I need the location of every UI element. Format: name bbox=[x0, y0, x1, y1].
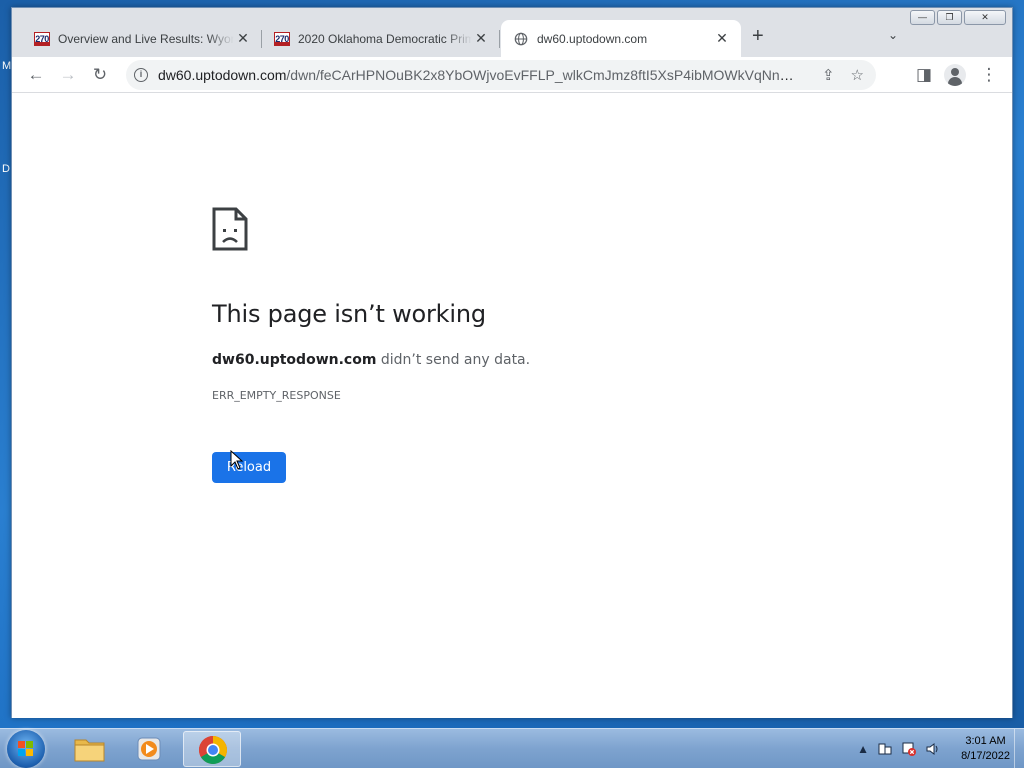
tab-title: Overview and Live Results: Wyoming bbox=[58, 31, 234, 46]
window-controls: — ❐ ✕ bbox=[910, 10, 1006, 25]
address-bar[interactable]: i dw60.uptodown.com/dwn/feCArHPNOuBK2x8Y… bbox=[126, 60, 876, 90]
tab-close-icon[interactable]: ✕ bbox=[472, 30, 490, 47]
url-text[interactable]: dw60.uptodown.com/dwn/feCArHPNOuBK2x8YbO… bbox=[158, 67, 802, 83]
error-message: didn’t send any data. bbox=[376, 352, 531, 368]
browser-window: 270 Overview and Live Results: Wyoming ✕… bbox=[11, 7, 1013, 718]
network-error-icon[interactable] bbox=[901, 741, 917, 757]
tab-wyoming-results[interactable]: 270 Overview and Live Results: Wyoming ✕ bbox=[22, 20, 262, 57]
taskbar-file-explorer[interactable] bbox=[60, 731, 118, 767]
tab-close-icon[interactable]: ✕ bbox=[234, 30, 252, 47]
taskbar-media-player[interactable] bbox=[120, 731, 178, 767]
back-arrow-icon[interactable]: ← bbox=[24, 63, 48, 87]
page-content: This page isn’t working dw60.uptodown.co… bbox=[12, 94, 1012, 718]
270towin-favicon-icon: 270 bbox=[274, 31, 290, 46]
sad-page-icon bbox=[212, 207, 248, 251]
desktop-label-fragment: D bbox=[2, 163, 10, 175]
maximize-button[interactable]: ❐ bbox=[937, 10, 962, 25]
taskbar-chrome[interactable] bbox=[183, 731, 241, 767]
action-center-icon[interactable] bbox=[877, 741, 893, 757]
tab-search-chevron-icon[interactable]: ⌄ bbox=[888, 28, 898, 42]
folder-icon bbox=[74, 739, 105, 762]
desktop-label-fragment: M bbox=[2, 60, 12, 72]
minimize-button[interactable]: — bbox=[910, 10, 935, 25]
reload-button[interactable]: Reload bbox=[212, 452, 286, 483]
tray-expand-icon[interactable]: ▲ bbox=[857, 742, 869, 756]
tab-title: dw60.uptodown.com bbox=[537, 31, 648, 46]
tab-close-icon[interactable]: ✕ bbox=[713, 30, 731, 47]
tab-strip: 270 Overview and Live Results: Wyoming ✕… bbox=[12, 8, 1012, 57]
taskbar: ▲ 3:01 AM 8/17/2022 bbox=[0, 728, 1024, 768]
browser-toolbar: ← → ↻ i dw60.uptodown.com/dwn/feCArHPNOu… bbox=[12, 57, 1012, 93]
start-button[interactable] bbox=[7, 730, 45, 768]
chrome-menu-icon[interactable]: ⋮ bbox=[977, 63, 1001, 87]
forward-arrow-icon[interactable]: → bbox=[56, 63, 80, 87]
clock[interactable]: 3:01 AM 8/17/2022 bbox=[961, 734, 1010, 764]
clock-date: 8/17/2022 bbox=[961, 750, 1010, 762]
close-window-button[interactable]: ✕ bbox=[964, 10, 1006, 25]
tab-title: 2020 Oklahoma Democratic Primary bbox=[298, 31, 472, 46]
reload-icon[interactable]: ↻ bbox=[88, 63, 112, 87]
error-title: This page isn’t working bbox=[212, 300, 486, 328]
270towin-favicon-icon: 270 bbox=[34, 31, 50, 46]
windows-logo-icon bbox=[18, 741, 34, 757]
share-icon[interactable]: ⇪ bbox=[822, 66, 835, 84]
mouse-cursor-icon bbox=[230, 450, 244, 470]
tab-oklahoma-primary[interactable]: 270 2020 Oklahoma Democratic Primary ✕ bbox=[262, 20, 500, 57]
show-desktop-button[interactable] bbox=[1014, 729, 1024, 768]
volume-icon[interactable] bbox=[925, 741, 941, 757]
globe-icon bbox=[514, 32, 528, 45]
side-panel-icon[interactable]: ◨ bbox=[912, 63, 936, 87]
error-description: dw60.uptodown.com didn’t send any data. bbox=[212, 352, 530, 368]
new-tab-button[interactable]: + bbox=[752, 26, 764, 46]
tab-uptodown[interactable]: dw60.uptodown.com ✕ bbox=[501, 20, 741, 57]
site-info-icon[interactable]: i bbox=[134, 68, 148, 82]
bookmark-star-icon[interactable]: ☆ bbox=[851, 66, 864, 84]
clock-time: 3:01 AM bbox=[965, 735, 1006, 747]
system-tray: ▲ 3:01 AM 8/17/2022 bbox=[857, 734, 1010, 764]
chrome-icon bbox=[199, 736, 227, 764]
error-code: ERR_EMPTY_RESPONSE bbox=[212, 389, 341, 402]
error-host: dw60.uptodown.com bbox=[212, 352, 377, 368]
media-player-icon bbox=[137, 737, 161, 761]
profile-avatar-icon[interactable] bbox=[944, 64, 966, 86]
